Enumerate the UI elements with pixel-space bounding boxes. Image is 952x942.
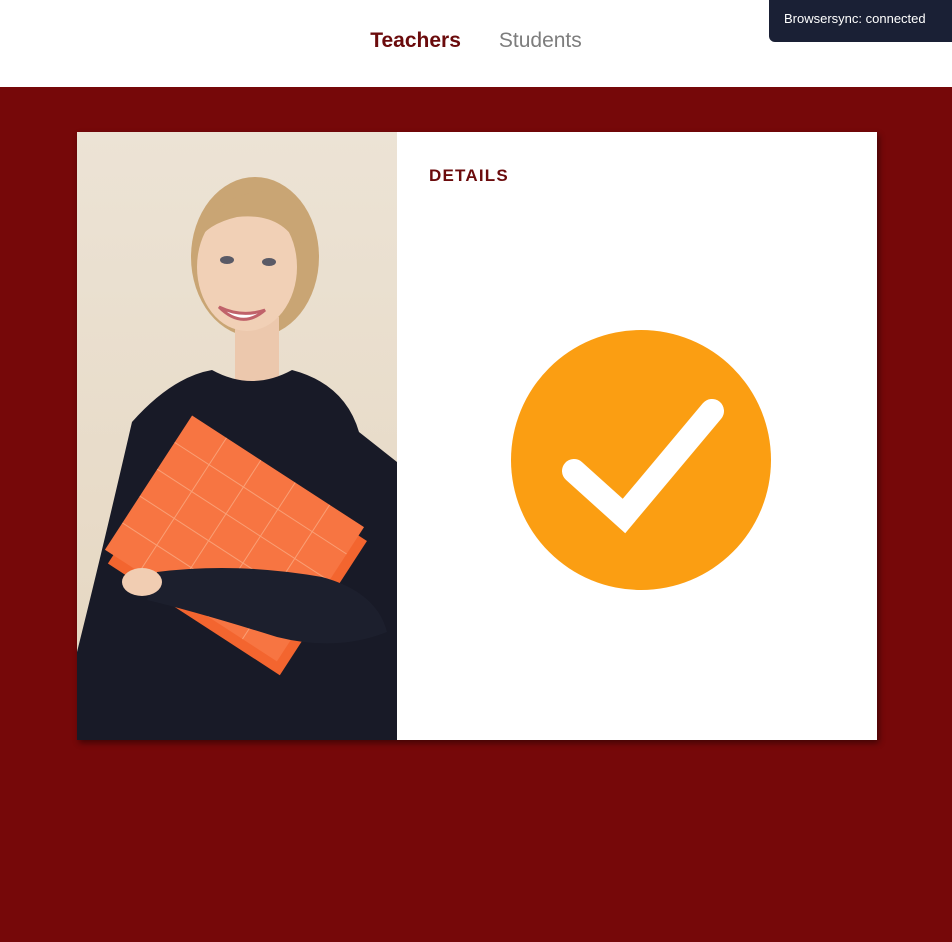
teacher-photo (77, 132, 397, 740)
tab-teachers[interactable]: Teachers (370, 28, 461, 54)
details-heading: DETAILS (429, 166, 509, 185)
browsersync-notification: Browsersync: connected (769, 0, 952, 42)
tab-students[interactable]: Students (499, 28, 582, 54)
checkmark-circle-icon (511, 330, 771, 590)
teacher-card: DETAILS (77, 132, 877, 740)
